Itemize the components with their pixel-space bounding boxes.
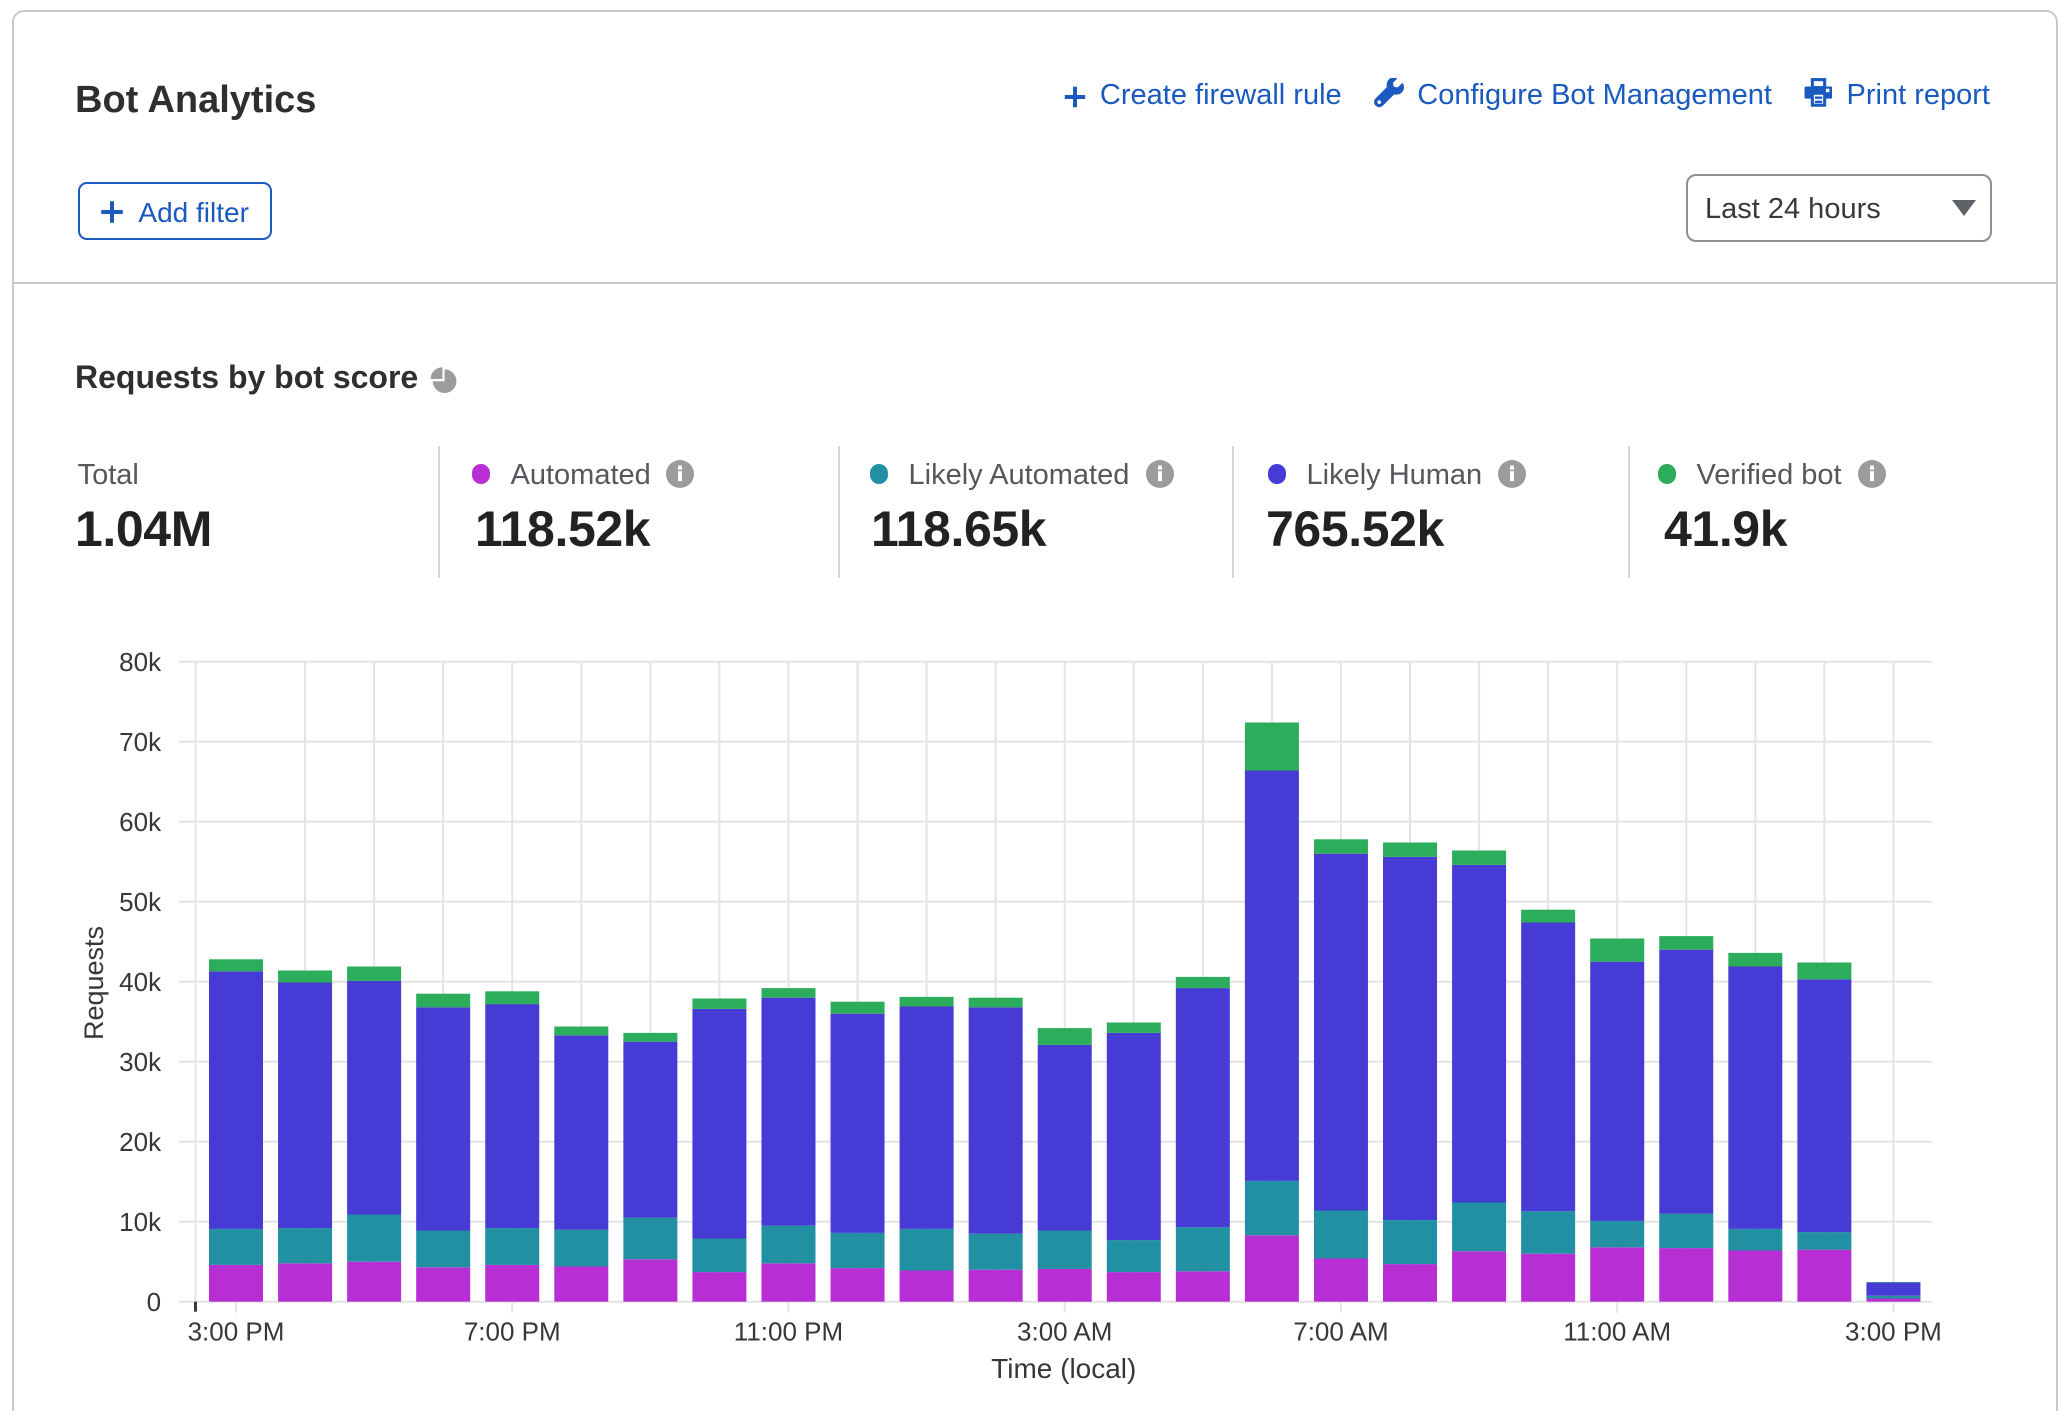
- svg-text:7:00 AM: 7:00 AM: [1293, 1317, 1388, 1347]
- svg-text:11:00 PM: 11:00 PM: [734, 1317, 843, 1347]
- svg-text:Requests: Requests: [79, 926, 109, 1040]
- svg-text:11:00 AM: 11:00 AM: [1563, 1317, 1671, 1347]
- svg-text:60k: 60k: [119, 807, 162, 837]
- svg-text:20k: 20k: [119, 1127, 162, 1157]
- svg-text:70k: 70k: [119, 727, 162, 757]
- svg-text:80k: 80k: [119, 647, 162, 677]
- svg-text:7:00 PM: 7:00 PM: [464, 1317, 561, 1347]
- svg-text:40k: 40k: [119, 967, 162, 997]
- svg-text:Time (local): Time (local): [991, 1353, 1136, 1384]
- svg-text:30k: 30k: [119, 1047, 162, 1077]
- svg-text:50k: 50k: [119, 887, 162, 917]
- svg-text:3:00 PM: 3:00 PM: [188, 1317, 285, 1347]
- svg-text:3:00 AM: 3:00 AM: [1017, 1317, 1112, 1347]
- svg-text:10k: 10k: [119, 1207, 162, 1237]
- svg-text:3:00 PM: 3:00 PM: [1845, 1317, 1942, 1347]
- svg-text:0: 0: [147, 1287, 161, 1317]
